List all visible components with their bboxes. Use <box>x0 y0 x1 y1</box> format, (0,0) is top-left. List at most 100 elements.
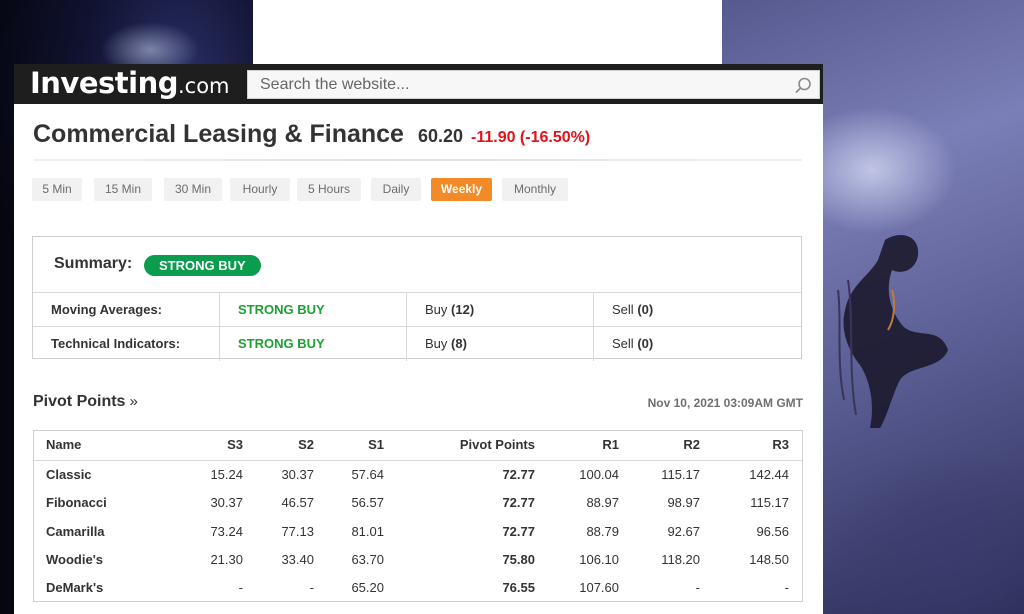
sell-label: Sell <box>612 302 634 317</box>
table-row: Camarilla 73.24 77.13 81.01 72.77 88.79 … <box>34 518 802 546</box>
row-name: Classic <box>46 467 92 482</box>
cell-r1: 100.04 <box>579 467 619 482</box>
cell-r3: 96.56 <box>756 524 789 539</box>
cell-s1: 63.70 <box>351 552 384 567</box>
tab-weekly[interactable]: Weekly <box>431 178 492 201</box>
table-row: Fibonacci 30.37 46.57 56.57 72.77 88.97 … <box>34 489 802 517</box>
summary-badge: STRONG BUY <box>144 255 261 276</box>
table-row: Woodie's 21.30 33.40 63.70 75.80 106.10 … <box>34 546 802 574</box>
investing-logo[interactable]: Investing.com <box>30 66 230 100</box>
price-change: -11.90 (-16.50%) <box>471 129 591 146</box>
tab-30-min[interactable]: 30 Min <box>164 178 222 201</box>
tab-hourly[interactable]: Hourly <box>230 178 290 201</box>
summary-row-technical-indicators: Technical Indicators: STRONG BUY Buy (8)… <box>33 326 801 361</box>
cell-pivot: 72.77 <box>502 467 535 482</box>
row-name: Camarilla <box>46 524 105 539</box>
search-input[interactable]: Search the website... <box>260 76 409 94</box>
table-row: DeMark's - - 65.20 76.55 107.60 - - <box>34 574 802 602</box>
search-box[interactable]: Search the website... <box>247 70 820 99</box>
buy-count: (8) <box>451 336 467 351</box>
instrument-header: Commercial Leasing & Finance 60.20 -11.90 … <box>33 120 590 149</box>
column-header-r1: R1 <box>602 437 619 452</box>
technical-summary-card: Investing.com Search the website... Comm… <box>14 64 823 614</box>
column-header-r3: R3 <box>772 437 789 452</box>
cell-r1: 107.60 <box>579 580 619 595</box>
cell-s2: 46.57 <box>281 495 314 510</box>
pivot-points-link[interactable]: Pivot Points» <box>33 393 138 411</box>
column-header-s1: S1 <box>368 437 384 452</box>
cell-r1: 88.97 <box>586 495 619 510</box>
header-divider <box>34 159 802 161</box>
cell-s3: - <box>238 580 243 595</box>
cell-r2: 115.17 <box>661 467 700 482</box>
pivot-points-table: Name S3 S2 S1 Pivot Points R1 R2 R3 Clas… <box>33 430 803 602</box>
table-header-row: Name S3 S2 S1 Pivot Points R1 R2 R3 <box>34 431 802 461</box>
cell-s2: 77.13 <box>281 524 314 539</box>
cell-s2: - <box>309 580 314 595</box>
cell-r1: 106.10 <box>579 552 619 567</box>
signal-value: STRONG BUY <box>220 293 407 327</box>
logo-suffix-text: .com <box>177 74 230 98</box>
column-header-s2: S2 <box>298 437 314 452</box>
column-header-pivot-points: Pivot Points <box>459 437 535 452</box>
cell-pivot: 76.55 <box>502 580 535 595</box>
cell-r2: 118.20 <box>661 552 700 567</box>
row-name: DeMark's <box>46 580 104 595</box>
tab-5-hours[interactable]: 5 Hours <box>297 178 361 201</box>
search-icon[interactable] <box>793 76 813 96</box>
cell-s2: 30.37 <box>281 467 314 482</box>
cell-r3: 142.44 <box>749 467 789 482</box>
cell-r3: 148.50 <box>749 552 789 567</box>
buy-count-cell: Buy (12) <box>407 293 594 327</box>
tab-5-min[interactable]: 5 Min <box>32 178 82 201</box>
summary-label: Summary: <box>54 255 133 272</box>
pivot-timestamp: Nov 10, 2021 03:09AM GMT <box>647 396 803 410</box>
cell-s1: 81.01 <box>351 524 384 539</box>
cell-s1: 56.57 <box>351 495 384 510</box>
row-name: Fibonacci <box>46 495 107 510</box>
column-header-s3: S3 <box>227 437 243 452</box>
column-header-name: Name <box>46 437 82 452</box>
background-figure <box>837 235 948 428</box>
cell-r1: 88.79 <box>586 524 619 539</box>
cell-pivot: 75.80 <box>502 552 535 567</box>
instrument-title: Commercial Leasing & Finance <box>33 120 404 148</box>
buy-label: Buy <box>425 302 448 317</box>
top-navigation-bar: Investing.com Search the website... <box>14 64 823 104</box>
cell-s1: 57.64 <box>351 467 384 482</box>
cell-pivot: 72.77 <box>502 524 535 539</box>
sell-label: Sell <box>612 336 634 351</box>
summary-row-moving-averages: Moving Averages: STRONG BUY Buy (12) Sel… <box>33 292 801 327</box>
sell-count-cell: Sell (0) <box>594 293 801 327</box>
cell-s3: 73.24 <box>210 524 243 539</box>
cell-pivot: 72.77 <box>502 495 535 510</box>
cell-r3: 115.17 <box>750 495 789 510</box>
buy-count-cell: Buy (8) <box>407 327 594 361</box>
table-row: Classic 15.24 30.37 57.64 72.77 100.04 1… <box>34 461 802 489</box>
summary-box: Summary: STRONG BUY Moving Averages: STR… <box>32 236 802 361</box>
chevron-right-icon: » <box>129 393 138 410</box>
cell-r3: - <box>784 580 789 595</box>
buy-count: (12) <box>451 302 475 317</box>
cell-s2: 33.40 <box>281 552 314 567</box>
sell-count: (0) <box>637 302 654 317</box>
row-label: Technical Indicators: <box>33 327 220 361</box>
signal-value: STRONG BUY <box>220 327 407 361</box>
instrument-price: 60.20 <box>417 126 463 146</box>
cell-s1: 65.20 <box>351 580 384 595</box>
pivot-points-title: Pivot Points <box>33 393 126 410</box>
cell-s3: 30.37 <box>210 495 243 510</box>
row-label: Moving Averages: <box>33 293 220 327</box>
tab-daily[interactable]: Daily <box>371 178 421 201</box>
cell-s3: 15.24 <box>210 467 243 482</box>
logo-main-text: Investing <box>30 66 178 100</box>
tab-monthly[interactable]: Monthly <box>502 178 568 201</box>
cell-r2: 98.97 <box>667 495 700 510</box>
cell-s3: 21.30 <box>210 552 243 567</box>
column-header-r2: R2 <box>683 437 700 452</box>
row-name: Woodie's <box>46 552 104 567</box>
sell-count: (0) <box>637 336 654 351</box>
cell-r2: 92.67 <box>667 524 700 539</box>
tab-15-min[interactable]: 15 Min <box>94 178 152 201</box>
buy-label: Buy <box>425 336 448 351</box>
